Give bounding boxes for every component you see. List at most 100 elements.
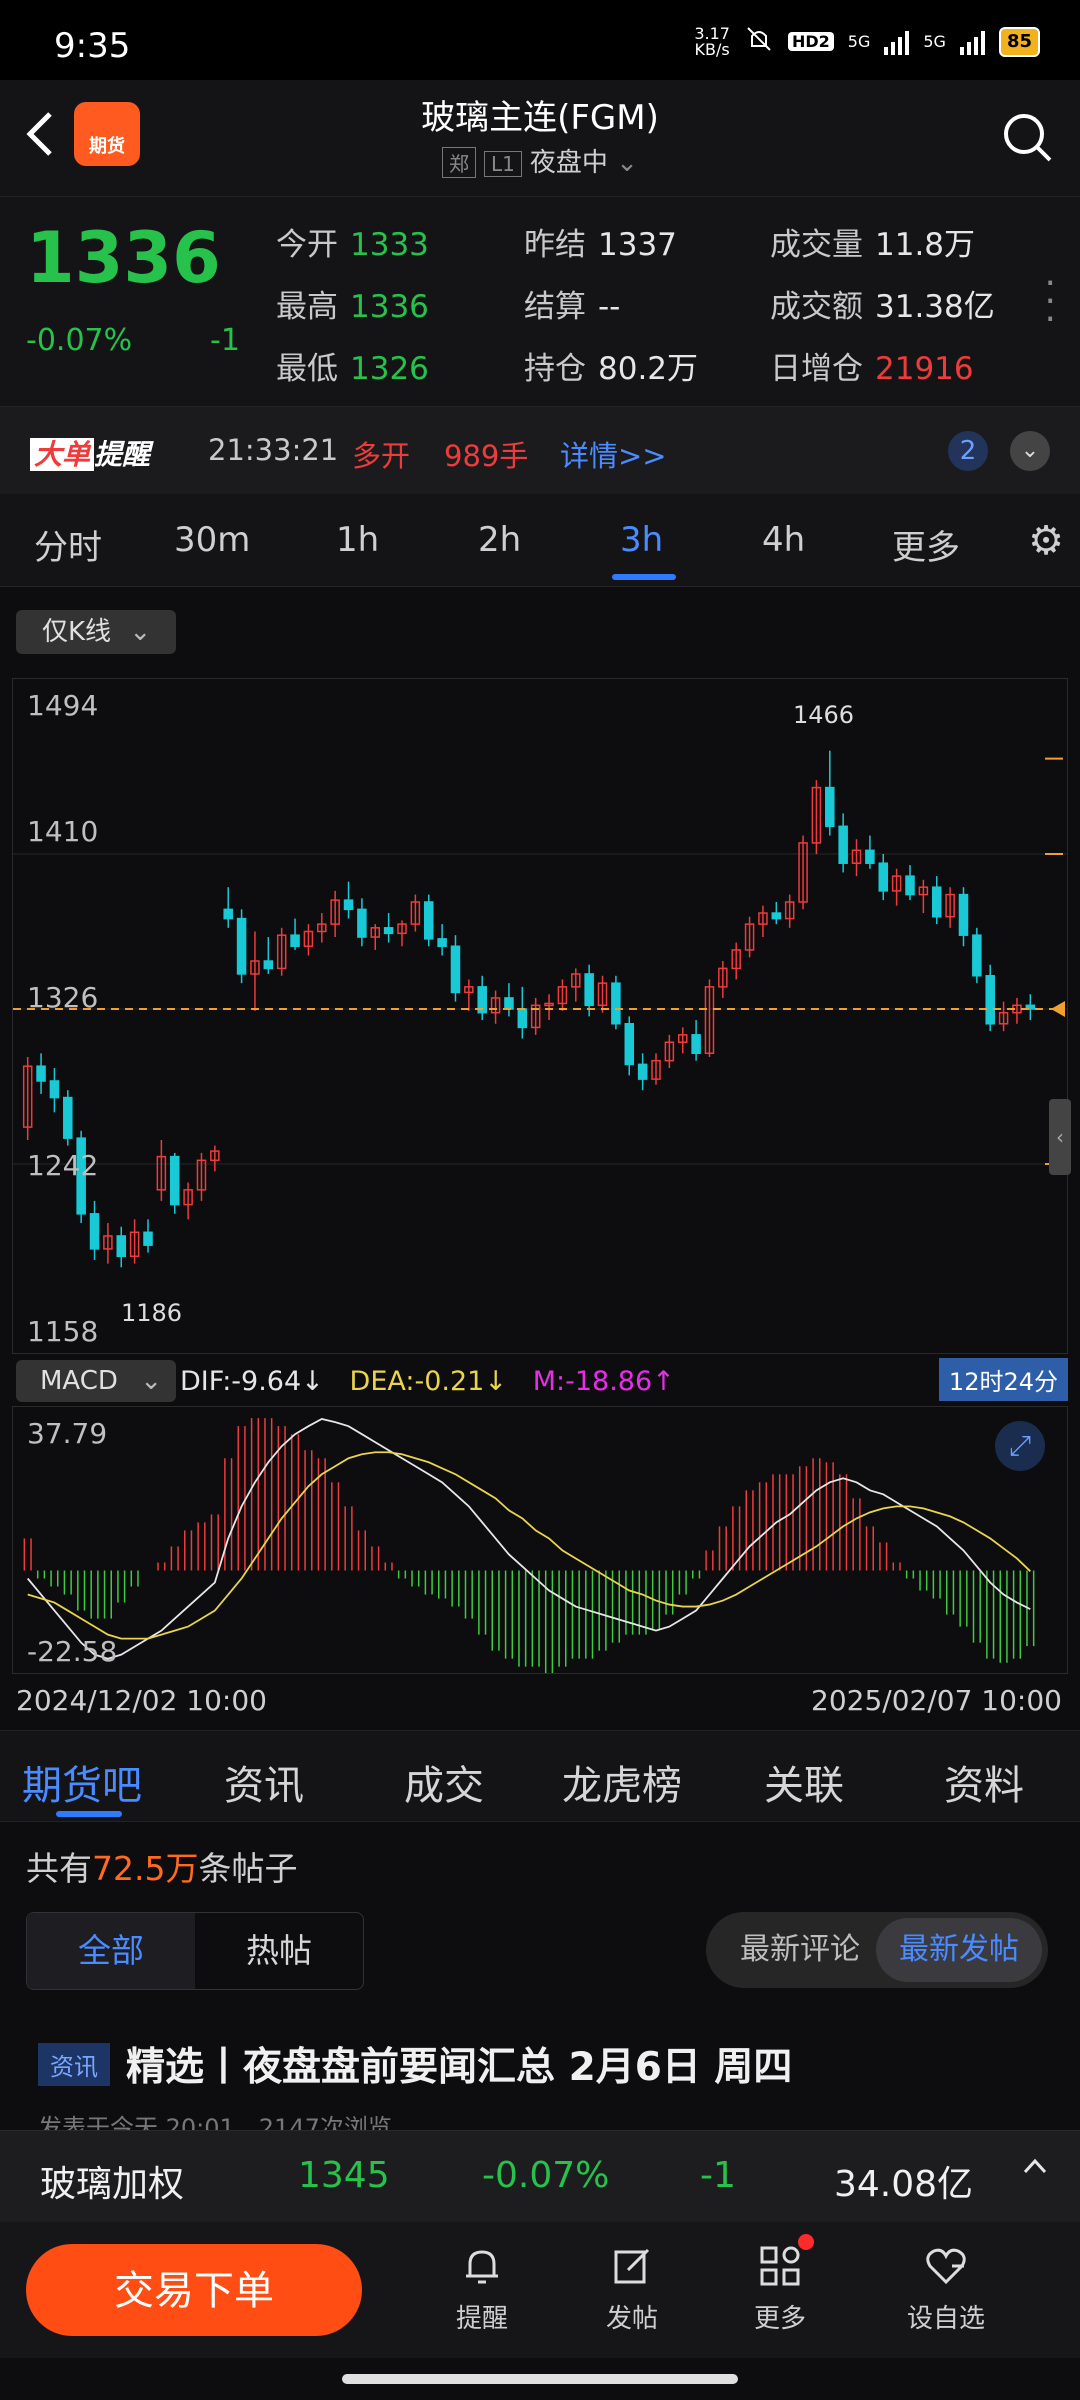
remind-label: 提醒 xyxy=(455,2304,508,2334)
kline-mode-label: 仅K线 xyxy=(42,617,112,647)
expand-icon[interactable]: ⤢ xyxy=(995,1421,1045,1471)
tab-futures-bar[interactable]: 期货吧 xyxy=(22,1753,142,1811)
network-label-2: 5G xyxy=(923,32,946,51)
chevron-up-icon[interactable] xyxy=(1020,2149,1050,2190)
active-tab-indicator xyxy=(612,574,676,580)
y-tick-label: 1494 xyxy=(27,689,99,722)
tab-4h[interactable]: 4h xyxy=(762,520,805,560)
max-price-label: 1466 xyxy=(793,701,855,729)
tab-timeshare[interactable]: 分时 xyxy=(34,520,102,569)
tab-news[interactable]: 资讯 xyxy=(224,1753,304,1811)
y-tick-label: 1326 xyxy=(27,981,99,1014)
alert-qty: 989手 xyxy=(444,439,529,473)
tab-profile[interactable]: 资料 xyxy=(944,1753,1024,1811)
candle-body xyxy=(838,825,848,864)
tab-1h[interactable]: 1h xyxy=(336,520,379,560)
sort-latest-post[interactable]: 最新发帖 xyxy=(876,1918,1042,1982)
app-header: 期货 玻璃主连(FGM) 郑 L1 夜盘中 ⌄ xyxy=(0,80,1080,196)
candlestick-chart[interactable]: 1494 1410 1326 1242 1158 1466 1186 ‹ xyxy=(12,678,1071,1354)
candle-body xyxy=(357,908,367,938)
more-label: 更多 xyxy=(753,2304,806,2334)
post-button[interactable]: 发帖 xyxy=(572,2238,692,2335)
candle-body xyxy=(169,1155,180,1206)
add-watchlist-button[interactable]: 设自选 xyxy=(886,2238,1006,2335)
home-indicator xyxy=(342,2374,738,2384)
exchange-tag: 郑 xyxy=(442,147,477,178)
candle-body xyxy=(89,1213,100,1250)
candle-body xyxy=(36,1065,46,1082)
candle-body xyxy=(584,973,594,1007)
tab-top-list[interactable]: 龙虎榜 xyxy=(562,1753,682,1811)
sort-latest-comment[interactable]: 最新评论 xyxy=(720,1918,880,1982)
alert-action: 多开 xyxy=(352,439,411,473)
kline-mode-select[interactable]: 仅K线 ⌄ xyxy=(16,610,176,654)
candle-body xyxy=(236,917,247,975)
chevron-left-icon[interactable]: ‹ xyxy=(1049,1099,1071,1175)
tab-more[interactable]: 更多 xyxy=(892,520,960,569)
related-price: 1345 xyxy=(298,2155,390,2196)
heart-plus-icon xyxy=(886,2238,1006,2294)
bottom-action-bar: 交易下单 提醒 发帖 更多 设自选 xyxy=(0,2222,1080,2358)
candle-body xyxy=(905,875,915,896)
segment-all[interactable]: 全部 xyxy=(27,1913,195,1989)
trade-order-button[interactable]: 交易下单 xyxy=(26,2244,362,2336)
segment-hot[interactable]: 热帖 xyxy=(195,1913,363,1989)
edit-icon xyxy=(572,2238,692,2294)
candle-body xyxy=(423,901,434,940)
tab-30m[interactable]: 30m xyxy=(174,520,250,560)
signal-icon xyxy=(884,29,910,55)
y-tick-label: 1158 xyxy=(27,1315,99,1348)
candle-body xyxy=(383,927,394,935)
quote-prev-settle: 昨结 1337 xyxy=(524,227,677,263)
grid-icon xyxy=(720,2234,840,2294)
x-start-date: 2024/12/02 10:00 xyxy=(16,1684,267,1717)
related-amount: 34.08亿 xyxy=(834,2164,974,2205)
tab-3h[interactable]: 3h xyxy=(620,520,663,560)
candle-body xyxy=(931,886,942,918)
big-order-alert[interactable]: 大单 提醒 21:33:21 多开 989手 详情>> 2 ⌄ xyxy=(0,406,1080,496)
related-quote-bar[interactable]: 玻璃加权 1345 -0.07% -1 34.08亿 xyxy=(0,2130,1080,2223)
status-bar: 9:35 3.17 KB/s HD2 5G 5G 85 xyxy=(0,0,1080,80)
candle-body xyxy=(143,1231,153,1246)
more-vertical-icon[interactable]: · · · xyxy=(1045,266,1056,338)
tab-2h[interactable]: 2h xyxy=(478,520,521,560)
indicator-label: MACD xyxy=(40,1366,118,1396)
candle-body xyxy=(290,934,300,948)
quote-daily-oi-change: 日增仓 21916 xyxy=(770,351,974,387)
chevron-down-icon: ⌄ xyxy=(616,148,638,178)
search-icon[interactable] xyxy=(1000,110,1054,168)
macd-chart[interactable]: 37.79 -22.58 ⤢ xyxy=(12,1406,1068,1675)
candle-body xyxy=(49,1080,60,1099)
remind-button[interactable]: 提醒 xyxy=(422,2238,542,2335)
quote-volume: 成交量 11.8万 xyxy=(770,227,976,263)
article-tag: 资讯 xyxy=(38,2042,110,2086)
alert-count-badge: 2 xyxy=(948,431,988,471)
quote-amount: 成交额 31.38亿 xyxy=(770,289,995,325)
y-tick-label: 1242 xyxy=(27,1149,99,1182)
chevron-down-icon[interactable]: ⌄ xyxy=(1010,431,1050,471)
gear-icon[interactable]: ⚙ xyxy=(1028,518,1064,564)
tab-trades[interactable]: 成交 xyxy=(404,1753,484,1811)
alert-badge: 大单 提醒 xyxy=(30,433,150,473)
change-value: -1 xyxy=(210,323,240,358)
change-percent: -0.07% xyxy=(26,323,133,358)
crosshair-time-badge: 12时24分 xyxy=(938,1358,1068,1401)
candle-body xyxy=(223,908,233,920)
more-button[interactable]: 更多 xyxy=(720,2234,840,2335)
quote-high: 最高 1336 xyxy=(276,289,429,325)
macd-dif: DIF:-9.64↓ xyxy=(180,1366,324,1397)
dif-line xyxy=(26,1418,1031,1660)
article-item[interactable]: 资讯 精选丨夜盘盘前要闻汇总 2月6日 周四 xyxy=(38,2036,1058,2092)
candle-body xyxy=(865,849,875,864)
candle-body xyxy=(985,975,995,1025)
alert-detail-link[interactable]: 详情>> xyxy=(560,433,667,475)
status-time: 9:35 xyxy=(54,26,131,66)
tab-related[interactable]: 关联 xyxy=(764,1753,844,1811)
candle-body xyxy=(637,1063,648,1080)
indicator-select[interactable]: MACD ⌄ xyxy=(16,1360,176,1402)
session-selector[interactable]: 郑 L1 夜盘中 ⌄ xyxy=(0,142,1080,179)
macd-svg xyxy=(23,1418,1035,1675)
candle-body xyxy=(878,862,889,892)
candle-body xyxy=(437,938,447,948)
quote-low: 最低 1326 xyxy=(276,351,429,387)
